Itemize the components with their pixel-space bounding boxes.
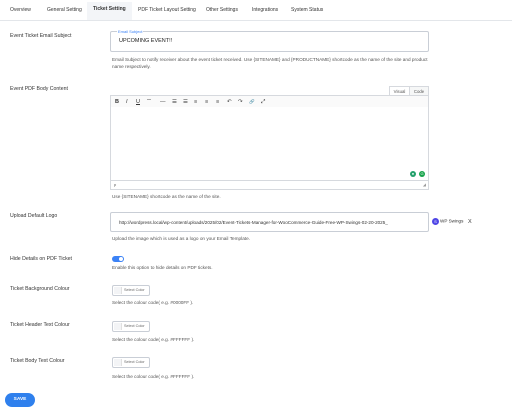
- ticket-body-colour-button[interactable]: Select Color: [112, 357, 150, 368]
- ticket-header-colour-label: Ticket Header Text Colour: [10, 322, 70, 328]
- editor-path-bar: p ◢: [110, 180, 429, 190]
- hide-details-help: Enable this option to hide details on PD…: [112, 265, 213, 270]
- pdf-body-help: Use {SITENAME} shortcode as the name of …: [112, 194, 221, 199]
- ticket-header-colour-swatch: [114, 323, 122, 330]
- ticket-header-colour-button[interactable]: Select Color: [112, 321, 150, 332]
- ticket-bg-colour-button-label: Select Color: [124, 288, 145, 292]
- email-subject-legend: Email Subject: [117, 29, 144, 34]
- email-subject-value: UPCOMING EVENT!!: [119, 38, 173, 44]
- ticket-body-colour-swatch: [114, 359, 122, 366]
- hide-details-toggle[interactable]: [112, 256, 124, 262]
- upload-logo-help: Upload the image which is used as a logo…: [112, 236, 251, 241]
- blockquote-icon[interactable]: ““: [147, 99, 151, 105]
- align-left-icon[interactable]: ≡: [194, 99, 197, 105]
- tab-pdf-ticket-layout-setting[interactable]: PDF Ticket Layout Setting: [138, 7, 196, 13]
- ticket-bg-colour-label: Ticket Background Colour: [10, 286, 70, 292]
- editor-path: p: [114, 182, 117, 187]
- hide-details-label: Hide Details on PDF Ticket: [10, 256, 72, 262]
- grammar-check-icon[interactable]: G: [419, 171, 425, 177]
- link-icon[interactable]: 🔗: [249, 99, 255, 105]
- wp-swings-logo-icon: S: [432, 218, 439, 225]
- ticket-bg-colour-button[interactable]: Select Color: [112, 285, 150, 296]
- ticket-header-colour-help: Select the colour code( e.g. #FFFFFF ).: [112, 337, 195, 342]
- resize-handle-icon[interactable]: ◢: [423, 182, 426, 187]
- redo-icon[interactable]: ↷: [238, 99, 243, 105]
- logo-preview: S WP Swings: [432, 218, 463, 225]
- numbered-list-icon[interactable]: ☰: [183, 99, 188, 105]
- ticket-bg-colour-help: Select the colour code( e.g. #0000FF ).: [112, 300, 194, 305]
- ticket-body-colour-label: Ticket Body Text Colour: [10, 358, 65, 364]
- remove-logo-button[interactable]: X: [468, 219, 472, 225]
- tab-overview[interactable]: Overview: [10, 7, 31, 13]
- bold-icon[interactable]: B: [115, 99, 119, 105]
- location-pin-icon: ●: [410, 171, 416, 177]
- ticket-body-colour-button-label: Select Color: [124, 360, 145, 364]
- tab-system-status[interactable]: System Status: [291, 7, 323, 13]
- ticket-header-colour-button-label: Select Color: [124, 324, 145, 328]
- logo-url-value: http://wordpress.local/wp-content/upload…: [119, 220, 388, 225]
- undo-icon[interactable]: ↶: [227, 99, 232, 105]
- align-center-icon[interactable]: ≡: [205, 99, 208, 105]
- save-button[interactable]: SAVE: [5, 393, 35, 407]
- italic-icon[interactable]: I: [126, 99, 128, 105]
- fullscreen-icon[interactable]: ⤢: [261, 99, 265, 105]
- underline-icon[interactable]: U: [136, 99, 140, 105]
- email-subject-label: Event Ticket Email Subject: [10, 33, 72, 39]
- ticket-bg-colour-swatch: [114, 287, 122, 294]
- pdf-body-label: Event PDF Body Content: [10, 86, 68, 92]
- pdf-body-editor[interactable]: ● G: [110, 107, 429, 181]
- email-subject-help: Email Subject to notify receiver about t…: [112, 57, 428, 69]
- ticket-body-colour-help: Select the colour code( e.g. #FFFFFF ).: [112, 374, 195, 379]
- horizontal-rule-icon[interactable]: —: [160, 99, 166, 105]
- tab-ticket-setting[interactable]: Ticket Setting: [87, 2, 132, 20]
- align-right-icon[interactable]: ≡: [216, 99, 219, 105]
- tab-general-setting[interactable]: General Setting: [47, 7, 82, 13]
- logo-preview-text: WP Swings: [440, 218, 464, 224]
- tab-integrations[interactable]: Integrations: [252, 7, 278, 13]
- upload-logo-label: Upload Default Logo: [10, 213, 58, 219]
- bullet-list-icon[interactable]: ☰: [172, 99, 177, 105]
- tab-other-settings[interactable]: Other Settings: [206, 7, 238, 13]
- settings-tabs: Overview General Setting Ticket Setting …: [0, 0, 512, 21]
